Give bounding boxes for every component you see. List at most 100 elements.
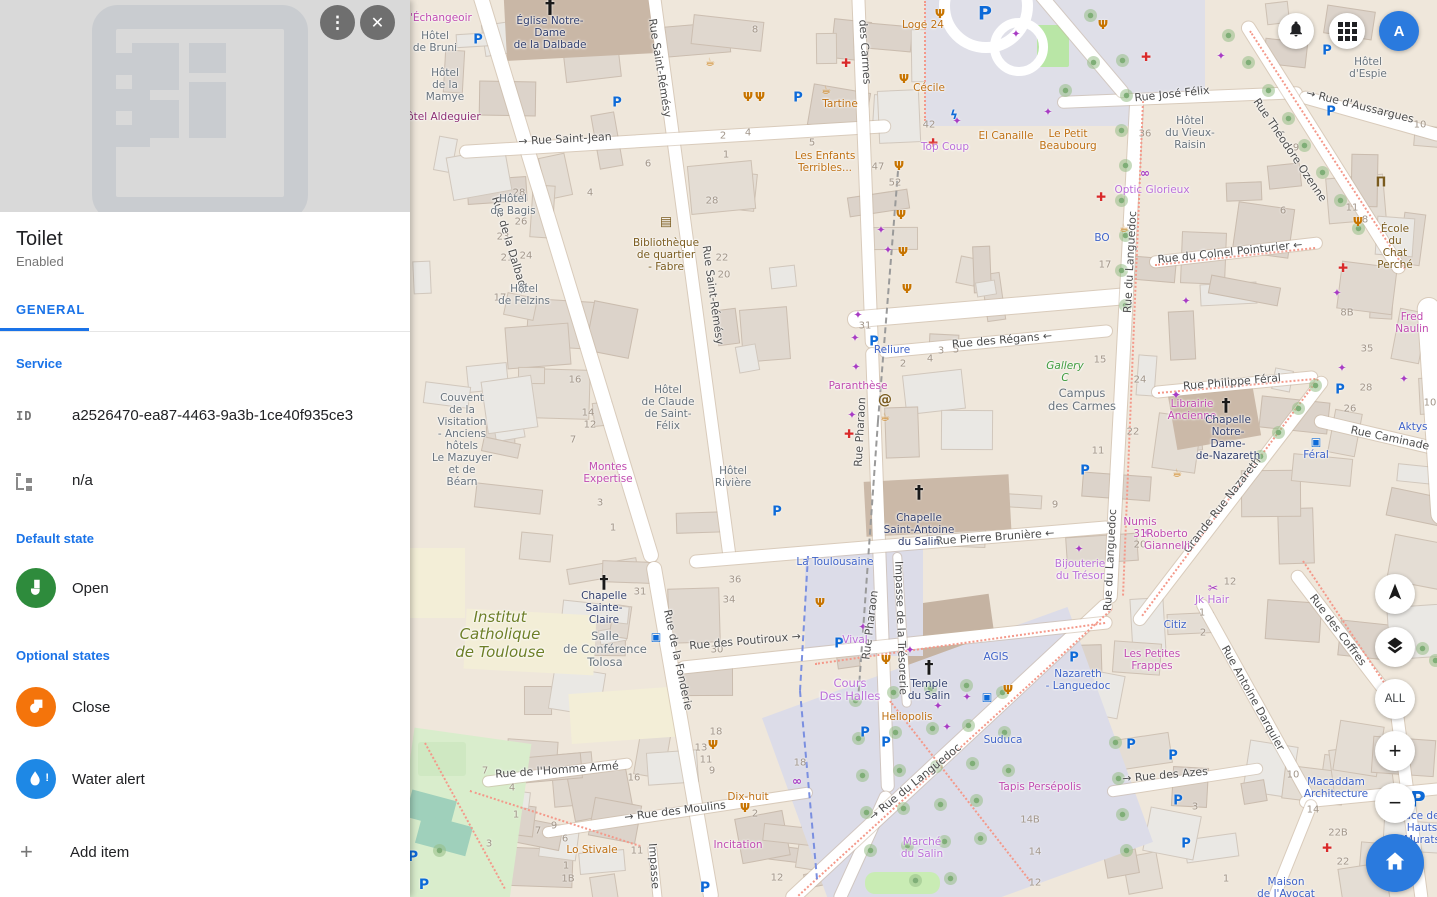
shop-icon: ✦ — [876, 225, 885, 236]
house-number: 36 — [1139, 129, 1152, 140]
house-number: 16 — [628, 773, 641, 784]
parking-icon: P — [419, 878, 429, 892]
state-row-close[interactable]: Close — [16, 687, 394, 727]
map-place-label: Optic Glorieux — [1114, 184, 1189, 196]
map-place-label: Les Petites Frappes — [1124, 648, 1180, 672]
all-layers-label: ALL — [1385, 693, 1405, 705]
house-number: 8B — [1340, 308, 1353, 319]
map-place-label: Marché du Salin — [901, 836, 943, 860]
map-place-label: Bijouterie du Trésor — [1055, 558, 1105, 582]
house-number: 52 — [889, 178, 902, 189]
all-layers-button[interactable]: ALL — [1375, 679, 1415, 719]
shop-icon: ✦ — [962, 692, 971, 703]
shop-icon: ✦ — [933, 701, 942, 712]
home-button[interactable] — [1366, 834, 1424, 892]
map-canvas[interactable]: Rue de la DalbadeRue Saint-RémésyRue Sai… — [410, 0, 1437, 897]
cafe-icon: ☕ — [1172, 468, 1182, 479]
map-place-label: Fred Naulin — [1395, 311, 1428, 335]
map-place-label: L'Échangeoir — [410, 12, 472, 24]
zoom-out-button[interactable]: − — [1375, 783, 1415, 823]
house-number: 4 — [745, 128, 751, 139]
house-number: 3 — [1192, 802, 1198, 813]
restaurant-icon: Ψ — [708, 739, 718, 751]
shop-icon: ✦ — [1399, 374, 1408, 385]
map-place-label: Jk Hair — [1195, 594, 1229, 606]
plus-icon: + — [1389, 738, 1402, 764]
state-row-open[interactable]: Open — [16, 568, 394, 608]
tree-icon — [1416, 642, 1429, 655]
house-number: 6 — [1280, 206, 1286, 217]
tree-icon — [1109, 736, 1122, 749]
service-tree-row: n/a — [16, 472, 394, 489]
house-number: 26 — [1344, 404, 1357, 415]
map-building — [975, 279, 997, 297]
tree-icon — [1309, 379, 1322, 392]
tree-icon — [893, 764, 906, 777]
map-place-label: Bibliothèque de quartier - Fabre — [633, 237, 699, 273]
church-cross-icon: † — [1222, 397, 1231, 415]
notifications-button[interactable] — [1278, 13, 1314, 49]
house-number: 17 — [1099, 260, 1112, 271]
street-name-label: Rue Antoine Darquier — [1219, 643, 1288, 753]
zoom-in-button[interactable]: + — [1375, 731, 1415, 771]
map-building — [769, 265, 797, 290]
id-icon: ID — [16, 409, 32, 423]
map-place-label: Campus des Carmes — [1048, 387, 1116, 413]
tree-icon — [926, 722, 939, 735]
house-number: 1 — [723, 150, 729, 161]
layers-icon — [1385, 635, 1405, 660]
house-number: 11 — [631, 846, 644, 857]
map-place-label: Cours Des Halles — [820, 677, 881, 703]
pharmacy-icon: ✚ — [1096, 191, 1106, 203]
tree-icon — [1084, 9, 1097, 22]
house-number: 2 — [720, 131, 726, 142]
map-place-label: Top Coup — [921, 141, 969, 153]
user-avatar[interactable]: A — [1379, 11, 1419, 51]
house-number: 1 — [563, 861, 569, 872]
tree-icon — [1262, 84, 1275, 97]
tree-icon — [1059, 84, 1072, 97]
close-icon: ✕ — [371, 13, 384, 33]
tree-icon — [1292, 402, 1305, 415]
parking-icon: P — [1168, 750, 1178, 763]
tree-icon — [1119, 159, 1132, 172]
map-place-label: Loge 24 — [902, 19, 944, 31]
compass-button[interactable] — [1375, 574, 1415, 614]
add-item-row[interactable]: + Add item — [16, 839, 394, 865]
state-row-water-alert[interactable]: ! Water alert — [16, 759, 394, 799]
map-building — [877, 89, 921, 143]
shop-icon: ✦ — [853, 310, 862, 321]
house-number: 13 — [695, 743, 708, 754]
house-number: 22 — [716, 253, 729, 264]
map-place-label: Roberto Giannelli — [1144, 528, 1190, 552]
apps-grid-button[interactable] — [1329, 13, 1365, 49]
house-number: 18 — [794, 758, 807, 769]
section-service-header: Service — [16, 356, 394, 371]
tree-icon — [1120, 89, 1133, 102]
map-place-label: Montes Expertise — [583, 461, 632, 485]
pharmacy-icon: ✚ — [841, 57, 851, 69]
map-place-label: Lo Stivale — [566, 844, 617, 856]
house-number: 3 — [938, 346, 944, 357]
service-tree-value: n/a — [72, 472, 93, 489]
map-place-label: Église Notre- Dame de la Dalbade — [514, 15, 587, 51]
house-number: 20 — [718, 270, 731, 281]
parking-icon: P — [1080, 465, 1090, 478]
tree-icon — [970, 794, 983, 807]
map-place-label: Chapelle Notre- Dame- de-Nazareth — [1196, 414, 1260, 462]
map-building — [735, 343, 760, 373]
tree-icon — [1242, 56, 1255, 69]
street-name-label: Rue du Colnel Pointurier ← — [1157, 238, 1303, 266]
tree-icon — [1298, 139, 1311, 152]
panel-menu-button[interactable]: ⋮ — [320, 5, 355, 40]
tab-general[interactable]: GENERAL — [0, 291, 101, 328]
map-place-label: Aktys — [1398, 421, 1427, 433]
layers-button[interactable] — [1375, 627, 1415, 667]
parking-icon: P — [1326, 106, 1336, 119]
house-number: 5 — [809, 138, 815, 149]
shop-icon: ✦ — [1332, 288, 1341, 299]
panel-close-button[interactable]: ✕ — [360, 5, 395, 40]
house-number: 11 — [1346, 203, 1359, 214]
house-number: 18 — [710, 727, 723, 738]
tree-icon — [433, 844, 446, 857]
